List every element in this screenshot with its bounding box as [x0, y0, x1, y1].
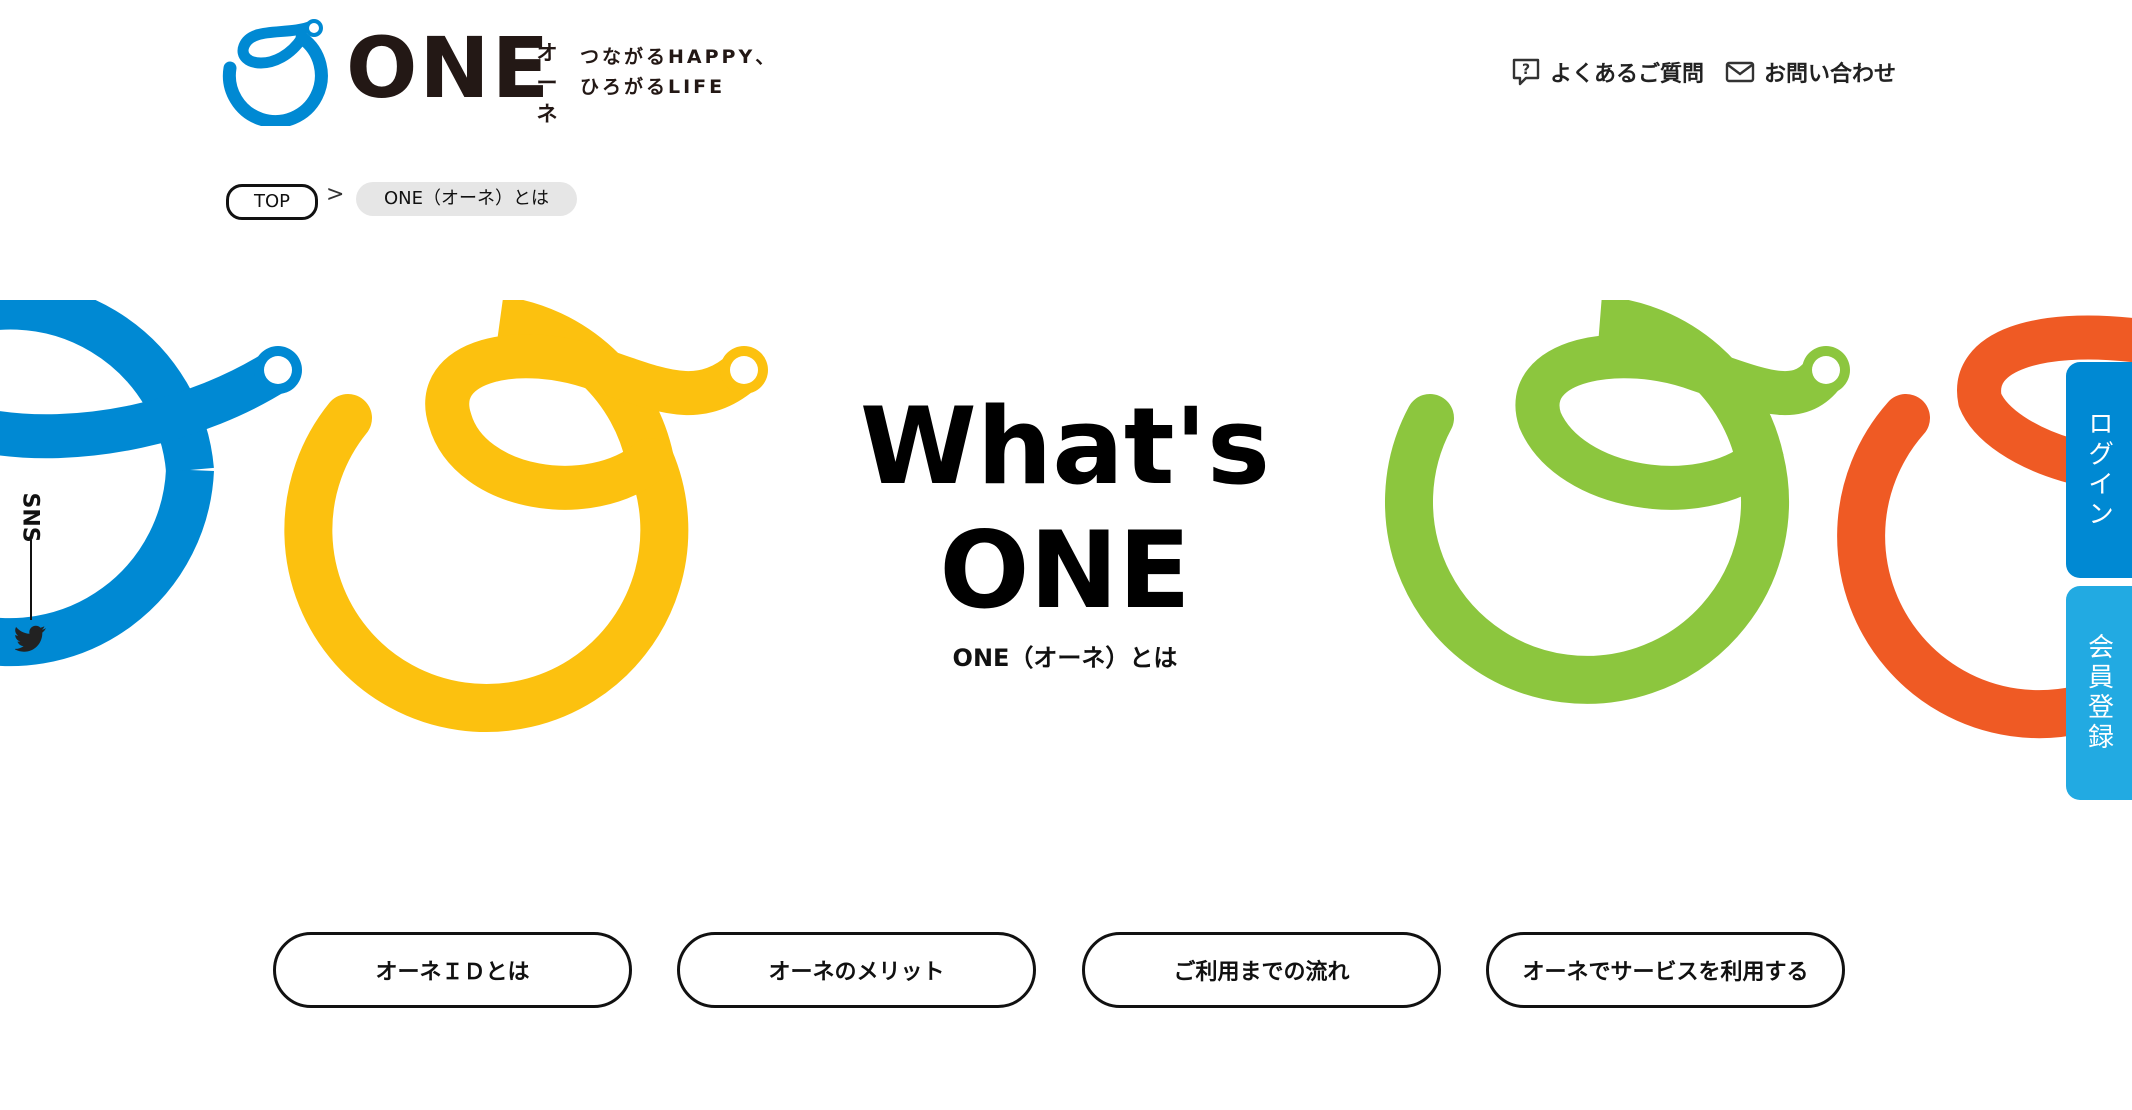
anchor-button-flow[interactable]: ご利用までの流れ — [1082, 932, 1441, 1008]
logo-mark — [222, 19, 328, 126]
svg-text:?: ? — [1522, 62, 1530, 78]
logo-word: ONE — [346, 19, 552, 117]
tagline-line1: つながるHAPPY、 — [580, 46, 778, 68]
login-tab[interactable]: ログイン — [2066, 362, 2132, 578]
hero-title-line1: What's — [859, 385, 1271, 508]
contact-label: お問い合わせ — [1764, 62, 1897, 87]
tagline-line2: ひろがるLIFE — [580, 76, 726, 98]
envelope-icon — [1724, 56, 1756, 88]
contact-link[interactable]: お問い合わせ — [1724, 56, 1896, 88]
breadcrumb-top-link[interactable]: TOP — [226, 184, 318, 220]
faq-link[interactable]: ? よくあるご質問 — [1510, 56, 1704, 88]
logo-kana: オーネ — [536, 41, 558, 126]
anchor-button-one-id[interactable]: オーネＩＤとは — [273, 932, 632, 1008]
tagline: つながるHAPPY、 ひろがるLIFE — [580, 42, 777, 102]
register-tab[interactable]: 会員登録 — [2066, 586, 2132, 800]
hero-title: What's ONE — [800, 385, 1330, 633]
green-loop — [1385, 300, 1850, 704]
breadcrumb-current: ONE（オーネ）とは — [356, 182, 578, 216]
yellow-loop — [284, 300, 768, 732]
sns-divider — [30, 540, 32, 620]
faq-label: よくあるご質問 — [1550, 62, 1705, 87]
sns-label: SNS — [17, 492, 43, 543]
hero-subtitle: ONE（オーネ）とは — [952, 644, 1178, 672]
breadcrumb-separator: > — [326, 182, 345, 207]
question-bubble-icon: ? — [1510, 56, 1542, 88]
anchor-button-merit[interactable]: オーネのメリット — [677, 932, 1036, 1008]
hero-title-line2: ONE — [939, 509, 1191, 632]
twitter-icon[interactable] — [14, 624, 47, 652]
anchor-button-use-service[interactable]: オーネでサービスを利用する — [1486, 932, 1845, 1008]
site-logo[interactable]: ONE オーネ — [218, 16, 558, 126]
blue-loop — [0, 300, 302, 667]
